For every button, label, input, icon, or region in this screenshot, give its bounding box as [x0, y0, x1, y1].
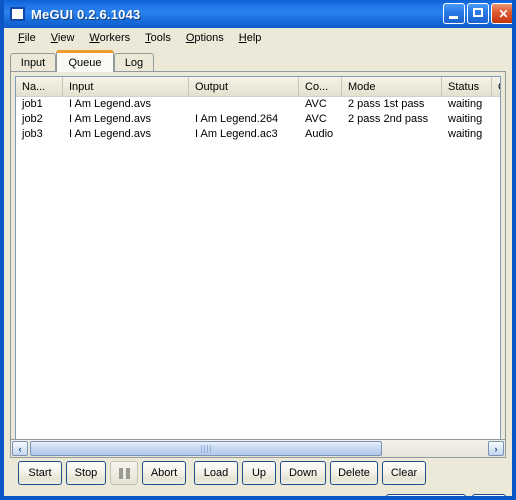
close-icon: ✕ [498, 6, 509, 21]
clear-button[interactable]: Clear [382, 461, 426, 485]
cell-input: I Am Legend.avs [69, 128, 151, 140]
cell-output: I Am Legend.264 [195, 113, 279, 125]
menu-help[interactable]: Help [232, 30, 270, 46]
abort-button[interactable]: Abort [142, 461, 186, 485]
queue-list-header: Na... Input Output Co... Mode Status Own [16, 77, 500, 97]
cell-codec: Audio [305, 128, 334, 140]
stop-button[interactable]: Stop [66, 461, 106, 485]
cell-name: job3 [22, 128, 43, 140]
cell-output: I Am Legend.ac3 [195, 128, 278, 140]
pause-icon [118, 467, 130, 479]
menu-bar: File View Workers Tools Options Help [4, 28, 512, 48]
cell-status: waiting [448, 98, 483, 110]
menu-options[interactable]: Options [179, 30, 232, 46]
megui-window: MeGUI 0.2.6.1043 ✕ File View Workers Too… [0, 0, 516, 500]
menu-view[interactable]: View [44, 30, 83, 46]
cell-owner [492, 127, 500, 142]
table-row[interactable]: job3 I Am Legend.avs I Am Legend.ac3 Aud… [16, 127, 500, 142]
delete-button[interactable]: Delete [330, 461, 378, 485]
table-row[interactable]: job2 I Am Legend.avs I Am Legend.264 AVC… [16, 112, 500, 127]
column-header-input[interactable]: Input [63, 77, 189, 96]
client-area: File View Workers Tools Options Help Inp… [4, 28, 512, 496]
maximize-button[interactable] [467, 3, 489, 24]
minimize-icon [449, 16, 458, 19]
menu-tools[interactable]: Tools [138, 30, 179, 46]
tab-input[interactable]: Input [10, 53, 56, 71]
minimize-button[interactable] [443, 3, 465, 24]
column-header-name[interactable]: Na... [16, 77, 63, 96]
title-bar[interactable]: MeGUI 0.2.6.1043 ✕ [4, 0, 512, 28]
scroll-right-arrow-icon[interactable]: › [488, 441, 504, 456]
load-button[interactable]: Load [194, 461, 238, 485]
pause-button[interactable] [110, 461, 138, 485]
new-worker-button[interactable]: New worker [386, 494, 466, 496]
column-header-output[interactable]: Output [189, 77, 299, 96]
close-button[interactable]: ✕ [491, 3, 512, 24]
cell-mode [342, 127, 442, 142]
scroll-left-arrow-icon[interactable]: ‹ [12, 441, 28, 456]
cell-input: I Am Legend.avs [69, 113, 151, 125]
cell-codec: AVC [305, 98, 327, 110]
cell-status: waiting [448, 113, 483, 125]
cell-name: job2 [22, 113, 43, 125]
cell-codec: AVC [305, 113, 327, 125]
queue-list-body: job1 I Am Legend.avs AVC 2 pass 1st pass… [16, 97, 500, 450]
tab-queue[interactable]: Queue [56, 50, 114, 72]
column-header-mode[interactable]: Mode [342, 77, 442, 96]
app-window-icon [10, 7, 25, 21]
scrollbar-grip-icon [201, 445, 211, 453]
window-title: MeGUI 0.2.6.1043 [31, 6, 141, 22]
cell-mode: 2 pass 1st pass [348, 98, 425, 110]
maximize-icon [473, 8, 483, 17]
table-row[interactable]: job1 I Am Legend.avs AVC 2 pass 1st pass… [16, 97, 500, 112]
tab-log[interactable]: Log [114, 53, 154, 71]
help-button[interactable]: Help [472, 494, 506, 496]
cell-mode: 2 pass 2nd pass [348, 113, 429, 125]
menu-file[interactable]: File [11, 30, 44, 46]
cell-owner [492, 97, 500, 112]
cell-status: waiting [448, 128, 483, 140]
column-header-codec[interactable]: Co... [299, 77, 342, 96]
horizontal-scrollbar[interactable]: ‹ › [10, 439, 506, 458]
column-header-status[interactable]: Status [442, 77, 492, 96]
cell-owner [492, 112, 500, 127]
menu-workers[interactable]: Workers [82, 30, 138, 46]
scrollbar-thumb[interactable] [30, 441, 382, 456]
cell-input: I Am Legend.avs [69, 98, 151, 110]
caption-buttons: ✕ [443, 3, 512, 24]
up-button[interactable]: Up [242, 461, 276, 485]
cell-name: job1 [22, 98, 43, 110]
down-button[interactable]: Down [280, 461, 326, 485]
cell-output [189, 97, 299, 112]
queue-list[interactable]: Na... Input Output Co... Mode Status Own… [15, 76, 501, 451]
status-row: After encoding: do nothing digital-diges… [4, 490, 512, 496]
tab-strip: Input Queue Log [10, 50, 506, 72]
queue-tab-page: Na... Input Output Co... Mode Status Own… [10, 71, 506, 454]
column-header-owner[interactable]: Own [492, 77, 500, 96]
start-button[interactable]: Start [18, 461, 62, 485]
queue-button-bar: Start Stop Abort Load Up Down Delete Cle… [4, 461, 512, 491]
